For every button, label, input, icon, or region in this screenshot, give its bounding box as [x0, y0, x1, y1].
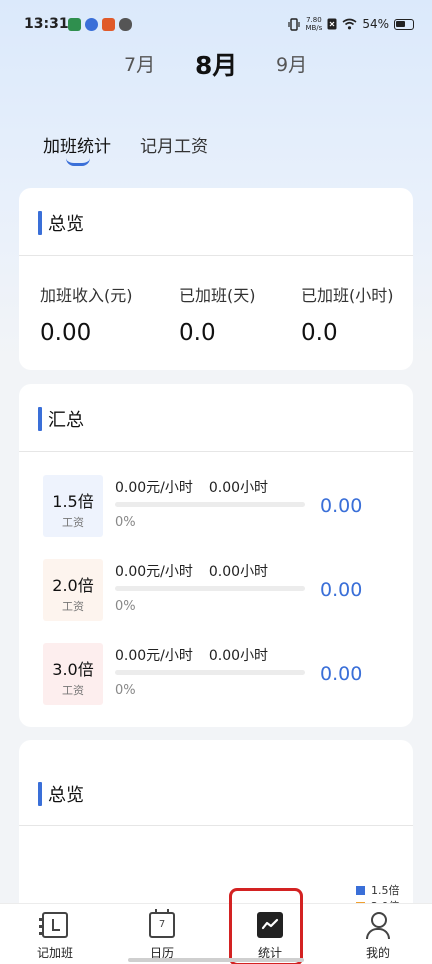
overview-days: 已加班(天) 0.0: [179, 282, 256, 346]
vibrate-icon: [288, 17, 301, 31]
progress-bar: [115, 670, 305, 675]
month-current[interactable]: 8月: [195, 46, 237, 82]
nav-item-mine[interactable]: 我的: [338, 904, 418, 964]
multiplier-box: 3.0倍 工资: [43, 643, 103, 705]
card-title: 总览: [48, 785, 84, 806]
hourly-rate: 0.00元/小时: [115, 648, 193, 664]
hours: 0.00小时: [208, 480, 269, 496]
overview-label: 已加班(天): [179, 286, 256, 305]
legend-label: 1.5倍: [371, 884, 400, 897]
title-accent-bar: [38, 211, 42, 235]
title-accent-bar: [38, 782, 42, 806]
status-right: 7.80 MB/s 54%: [288, 16, 414, 32]
rate-line: 0.00元/小时 0.00小时: [115, 645, 268, 665]
hours: 0.00小时: [208, 564, 269, 580]
nav-item-calendar[interactable]: 7 日历: [122, 904, 202, 964]
multiplier-sub: 工资: [62, 600, 84, 613]
multiplier-box: 1.5倍 工资: [43, 475, 103, 537]
multiplier-sub: 工资: [62, 684, 84, 697]
rate-line: 0.00元/小时 0.00小时: [115, 477, 268, 497]
overview-value: 0.0: [301, 320, 338, 346]
title-accent-bar: [38, 407, 42, 431]
app-notification-icon: [102, 18, 115, 31]
home-indicator: [128, 958, 304, 962]
sim-off-icon: [327, 18, 337, 30]
multiplier-box: 2.0倍 工资: [43, 559, 103, 621]
tab-monthly-salary[interactable]: 记月工资: [140, 132, 208, 157]
overview-income: 加班收入(元) 0.00: [40, 282, 133, 346]
tab-active-indicator: [66, 158, 90, 166]
progress-bar: [115, 502, 305, 507]
status-bar: 13:31 7.80 MB/s 54%: [0, 0, 432, 48]
calendar-icon: 7: [149, 909, 175, 938]
nav-item-overtime[interactable]: 记加班: [15, 904, 95, 964]
overview-value: 0.0: [179, 320, 216, 346]
hourly-rate: 0.00元/小时: [115, 480, 193, 496]
card-header: 总览: [19, 188, 413, 256]
battery-icon: [394, 18, 414, 30]
row-amount: 0.00: [320, 663, 363, 685]
hourly-rate: 0.00元/小时: [115, 564, 193, 580]
summary-card: 汇总 1.5倍 工资 0.00元/小时 0.00小时 0% 0.00 2.0倍 工…: [19, 384, 413, 727]
tab-overtime-stats[interactable]: 加班统计: [43, 132, 111, 157]
overview-label: 加班收入(元): [40, 286, 133, 305]
summary-row[interactable]: 3.0倍 工资 0.00元/小时 0.00小时 0% 0.00: [19, 643, 413, 705]
card-title: 汇总: [48, 410, 84, 431]
net-speed: 7.80 MB/s: [305, 16, 322, 32]
net-speed-value: 7.80: [306, 16, 322, 24]
tab-bar: 加班统计 记月工资: [0, 130, 432, 170]
summary-row[interactable]: 2.0倍 工资 0.00元/小时 0.00小时 0% 0.00: [19, 559, 413, 621]
row-amount: 0.00: [320, 495, 363, 517]
multiplier-sub: 工资: [62, 516, 84, 529]
summary-row[interactable]: 1.5倍 工资 0.00元/小时 0.00小时 0% 0.00: [19, 475, 413, 537]
hours: 0.00小时: [208, 648, 269, 664]
wifi-icon: [342, 18, 357, 30]
overview-value: 0.00: [40, 320, 92, 346]
bottom-nav: 记加班 7 日历 统计 我的: [0, 903, 432, 964]
app-notification-icon: [85, 18, 98, 31]
card-header: 总览: [19, 740, 413, 826]
nav-label: 我的: [365, 946, 390, 960]
card-header: 汇总: [19, 384, 413, 452]
highlight-annotation: [229, 888, 303, 964]
overview-label: 已加班(小时): [301, 286, 394, 305]
progress-bar: [115, 586, 305, 591]
user-icon: [365, 912, 391, 939]
legend-item: 1.5倍: [356, 882, 400, 898]
rate-line: 0.00元/小时 0.00小时: [115, 561, 268, 581]
cloud-icon: [119, 18, 132, 31]
legend-swatch: [356, 885, 365, 895]
percent-text: 0%: [115, 599, 136, 614]
month-selector: 7月 8月 9月: [0, 44, 432, 84]
percent-text: 0%: [115, 515, 136, 530]
nav-label: 记加班: [36, 946, 73, 960]
multiplier-label: 3.0倍: [52, 660, 94, 679]
overview-card: 总览 加班收入(元) 0.00 已加班(天) 0.0 已加班(小时) 0.0: [19, 188, 413, 370]
row-amount: 0.00: [320, 579, 363, 601]
month-prev[interactable]: 7月: [124, 50, 155, 77]
overview-hours: 已加班(小时) 0.0: [301, 282, 394, 346]
multiplier-label: 1.5倍: [52, 492, 94, 511]
notification-icons: [68, 18, 132, 31]
status-time: 13:31: [24, 16, 69, 32]
multiplier-label: 2.0倍: [52, 576, 94, 595]
card-title: 总览: [48, 214, 84, 235]
percent-text: 0%: [115, 683, 136, 698]
app-notification-icon: [68, 18, 81, 31]
month-next[interactable]: 9月: [276, 50, 307, 77]
overtime-book-icon: [39, 912, 68, 938]
battery-percent: 54%: [362, 17, 389, 31]
net-speed-unit: MB/s: [305, 24, 323, 32]
